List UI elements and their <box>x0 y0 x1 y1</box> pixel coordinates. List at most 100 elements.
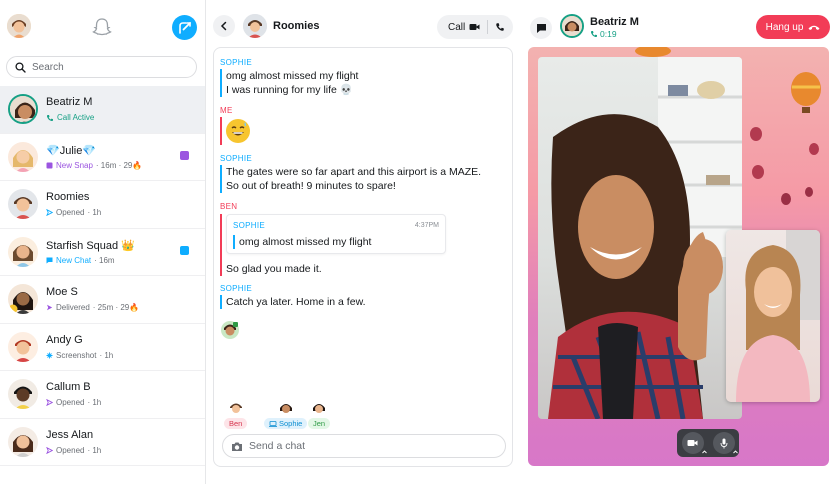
chat-name: 💎Julie💎 <box>46 144 97 157</box>
avatar <box>8 331 38 362</box>
chat-item-starfish-squad[interactable]: Starfish Squad 👑 New Chat · 16m <box>0 229 205 276</box>
chat-name: Roomies <box>46 191 90 203</box>
chat-status-label: Opened <box>56 398 85 407</box>
video-camera-icon[interactable] <box>469 23 480 31</box>
video-call-panel: Beatriz M 0:19 Hang up <box>522 0 836 484</box>
avatar <box>276 399 295 417</box>
avatar <box>8 236 38 267</box>
screenshot-icon <box>46 352 53 358</box>
call-media-controls <box>677 429 739 457</box>
avatar <box>8 141 38 172</box>
remote-video-feed <box>538 57 742 419</box>
phone-icon <box>590 31 597 38</box>
ghost-icon[interactable] <box>91 16 113 38</box>
laptop-icon <box>269 420 277 427</box>
chevron-up-icon[interactable] <box>731 448 739 455</box>
call-duration: 0:19 <box>590 29 617 39</box>
chat-status-label: Screenshot <box>56 350 97 360</box>
unread-chat-indicator <box>180 245 189 255</box>
message-text: The gates were so far apart and this air… <box>226 166 482 178</box>
chat-meta: · 16m · 29🔥 <box>95 160 143 170</box>
group-avatar[interactable] <box>243 14 267 38</box>
chat-name: Jess Alan <box>46 428 94 441</box>
chat-status-label: New Snap <box>56 160 93 170</box>
video-stage <box>528 47 829 466</box>
call-button[interactable]: Call <box>448 22 465 33</box>
back-button[interactable] <box>213 15 235 37</box>
video-camera-icon <box>687 440 698 446</box>
hang-up-button[interactable]: Hang up <box>756 15 830 39</box>
chat-item-roomies[interactable]: Roomies Opened · 1h <box>0 181 205 229</box>
chat-name: Callum B <box>46 381 91 393</box>
caller-avatar[interactable] <box>560 14 584 38</box>
grinning-sweat-emoji-icon <box>226 119 250 143</box>
chat-name: Andy G <box>46 333 83 346</box>
chat-name: Starfish Squad 👑 <box>46 239 135 252</box>
message-text: I was running for my life 💀 <box>226 84 353 96</box>
typing-name: Ben <box>224 418 248 429</box>
message-body: omg almost missed my flight I was runnin… <box>220 69 358 97</box>
chat-meta: · 1h <box>99 350 114 360</box>
message-group: ME <box>220 106 250 145</box>
chat-item-jess[interactable]: Jess Alan Opened · 1h <box>0 419 205 466</box>
chevron-up-icon[interactable] <box>700 448 708 455</box>
search-box[interactable] <box>6 56 197 78</box>
conversation-title: Roomies <box>273 20 320 32</box>
phone-icon <box>46 114 53 121</box>
call-duration-label: 0:19 <box>600 29 617 39</box>
chat-item-callum[interactable]: Callum B Opened · 1h <box>0 371 205 419</box>
message-body: The gates were so far apart and this air… <box>220 165 481 193</box>
chat-status-label: Opened <box>56 208 85 217</box>
self-video-feed[interactable] <box>726 230 820 402</box>
divider <box>487 20 489 34</box>
message-sender: SOPHIE <box>220 154 253 163</box>
chat-status-label: Opened <box>56 445 85 455</box>
message-sender: SOPHIE <box>220 284 253 293</box>
avatar <box>310 399 329 417</box>
chat-item-andy[interactable]: Andy G Screenshot · 1h <box>0 324 205 371</box>
conversation-header: Roomies Call <box>206 0 522 48</box>
chat-status: Opened · 1h <box>46 446 101 455</box>
avatar <box>226 399 245 417</box>
message-sender: BEN <box>220 202 238 211</box>
message-body: SOPHIE 4:37PM omg almost missed my fligh… <box>220 214 446 276</box>
typing-name: Jen <box>308 418 331 429</box>
message-group: SOPHIE The gates were so far apart and t… <box>220 154 481 193</box>
my-profile-avatar[interactable] <box>7 14 31 38</box>
camera-toggle-button[interactable] <box>681 432 708 455</box>
new-chat-button[interactable] <box>172 15 197 40</box>
avatar <box>8 94 38 124</box>
chat-status: New Snap · 16m · 29🔥 <box>46 161 142 170</box>
search-input[interactable] <box>32 61 192 73</box>
send-chat-input[interactable] <box>249 440 489 452</box>
chat-status: Opened · 1h <box>46 208 101 217</box>
quoted-message[interactable]: SOPHIE 4:37PM omg almost missed my fligh… <box>226 214 446 254</box>
chat-status: Screenshot · 1h <box>46 351 113 360</box>
avatar <box>8 379 38 409</box>
chat-meta: · 1h <box>87 398 102 407</box>
chat-status-label: Call Active <box>57 113 95 122</box>
opened-arrow-icon <box>46 209 53 216</box>
typing-indicator-jen: Jen <box>308 399 331 429</box>
search-icon <box>15 61 26 73</box>
typing-indicator-sophie: Sophie <box>264 399 308 429</box>
message-composer[interactable] <box>222 434 506 458</box>
message-group: BEN SOPHIE 4:37PM omg almost missed my f… <box>220 202 446 276</box>
typing-name-label: Sophie <box>279 419 303 428</box>
chat-item-julie[interactable]: 💎Julie💎 New Snap · 16m · 29🔥 <box>0 134 205 181</box>
conversation-list: Beatriz M Call Active 💎Julie💎 New Snap ·… <box>0 86 205 466</box>
message-thread: SOPHIE omg almost missed my flight I was… <box>213 47 513 467</box>
opened-arrow-icon <box>46 399 53 406</box>
caller-name: Beatriz M <box>590 16 639 28</box>
microphone-toggle-button[interactable] <box>712 432 739 455</box>
open-chat-button[interactable] <box>530 17 552 39</box>
chat-item-beatriz[interactable]: Beatriz M Call Active <box>0 86 205 134</box>
phone-icon[interactable] <box>495 22 505 32</box>
call-header: Beatriz M 0:19 Hang up <box>522 0 836 44</box>
chat-item-moe[interactable]: Moe S Delivered · 25m · 29🔥 <box>0 276 205 324</box>
chat-list-panel: Beatriz M Call Active 💎Julie💎 New Snap ·… <box>0 0 206 484</box>
chat-name: Moe S <box>46 286 78 298</box>
chat-meta: · 1h <box>87 445 102 455</box>
camera-icon[interactable] <box>231 441 243 452</box>
chevron-left-icon <box>220 21 227 31</box>
